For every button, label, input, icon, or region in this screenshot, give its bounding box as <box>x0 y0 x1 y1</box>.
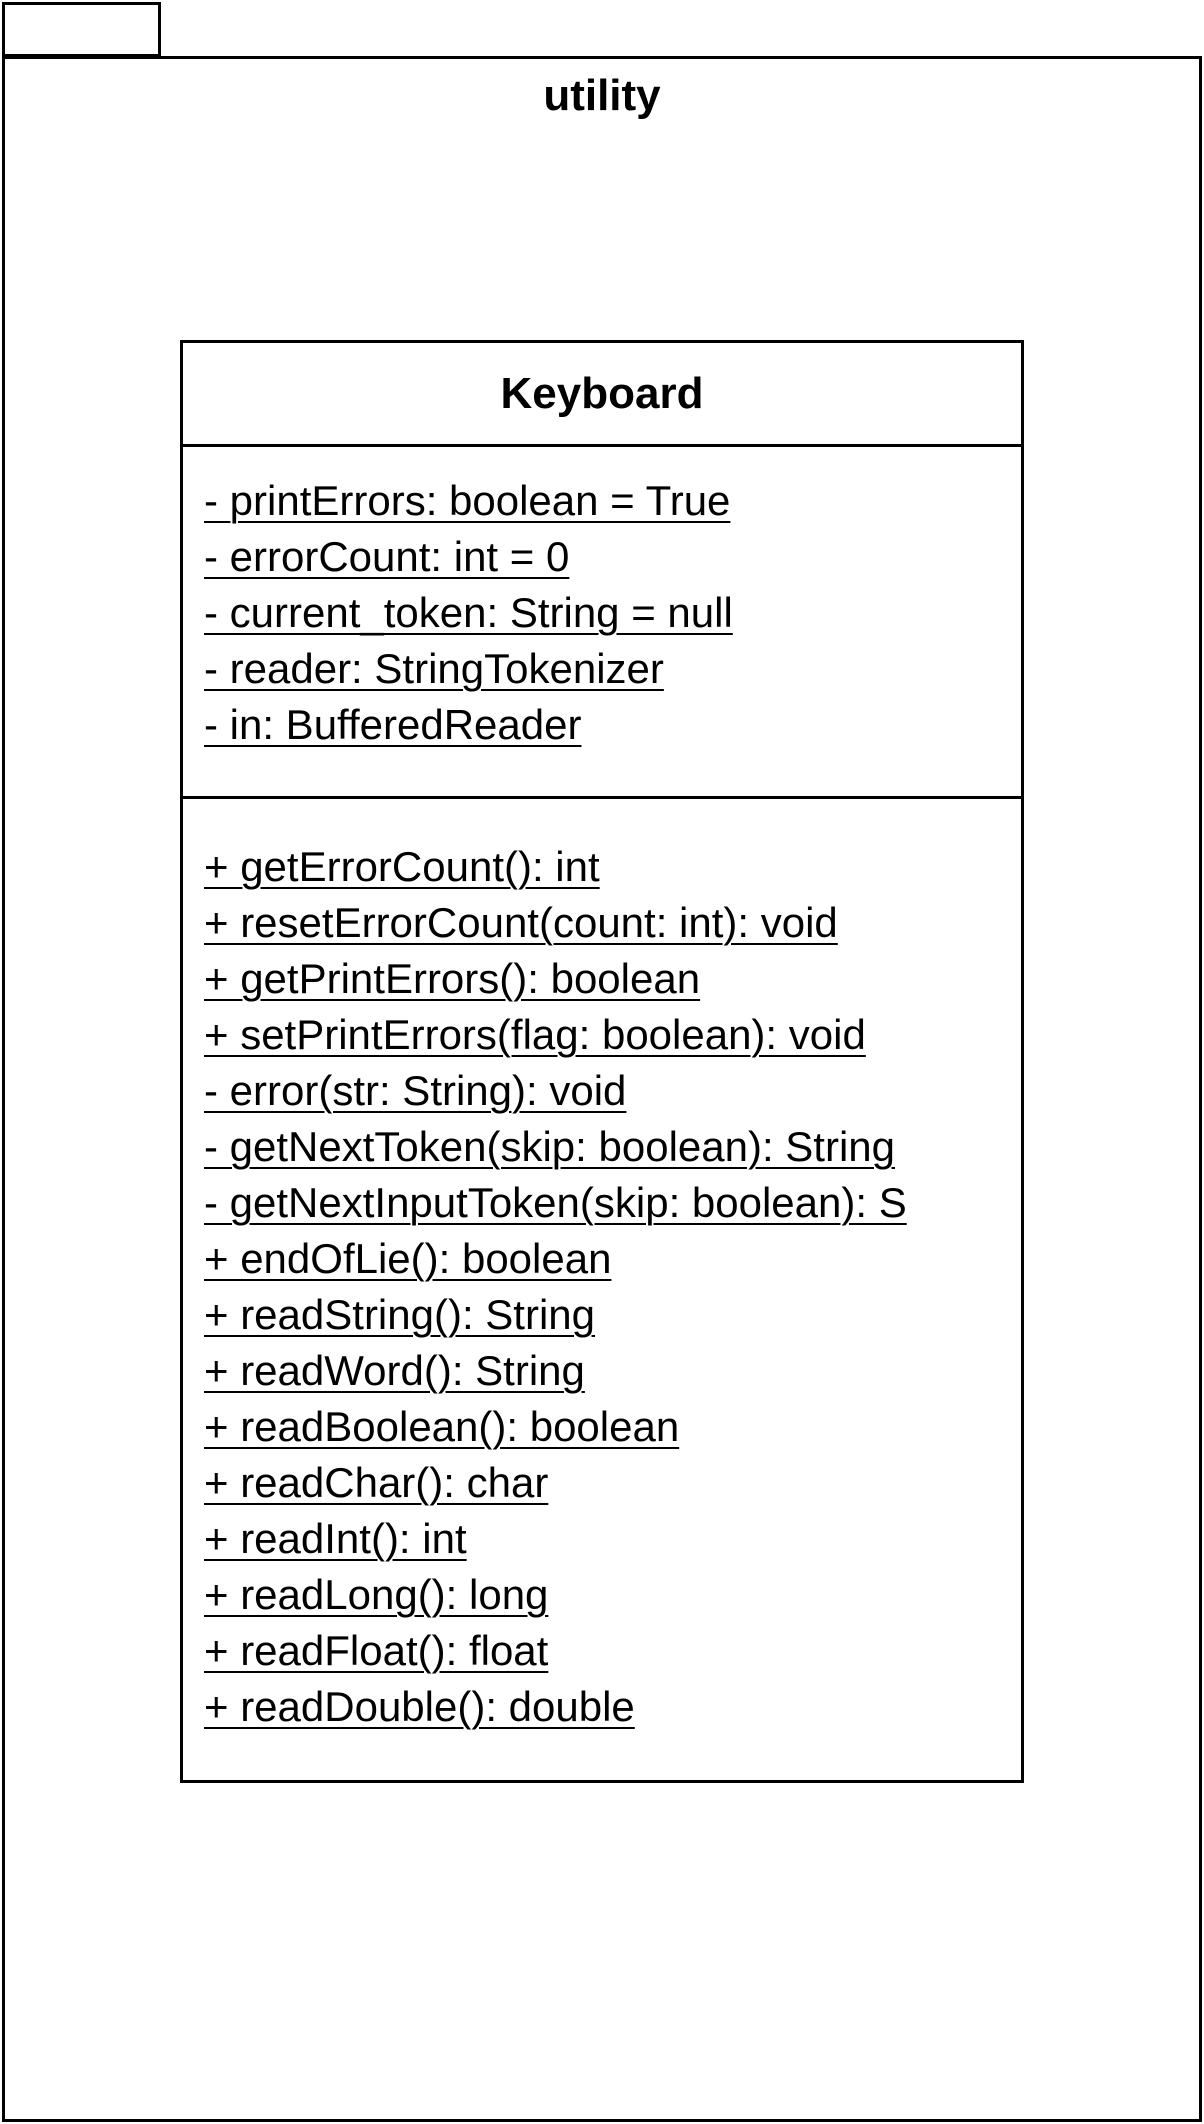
attributes-compartment: - printErrors: boolean = True - errorCou… <box>183 447 1021 799</box>
attribute-in: - in: BufferedReader <box>204 701 582 748</box>
operation-read-int: + readInt(): int <box>204 1515 467 1562</box>
operation-read-long: + readLong(): long <box>204 1571 549 1618</box>
attribute-reader: - reader: StringTokenizer <box>204 645 664 692</box>
operation-read-float: + readFloat(): float <box>204 1627 549 1674</box>
operation-read-double: + readDouble(): double <box>204 1683 635 1730</box>
class-name: Keyboard <box>500 368 704 418</box>
package-tab <box>2 2 161 57</box>
operation-read-char: + readChar(): char <box>204 1459 549 1506</box>
operation-get-next-token: - getNextToken(skip: boolean): String <box>204 1123 896 1170</box>
class-keyboard: Keyboard - printErrors: boolean = True -… <box>180 340 1024 1783</box>
attribute-print-errors: - printErrors: boolean = True <box>204 477 731 524</box>
operation-error: - error(str: String): void <box>204 1067 627 1114</box>
operation-reset-error-count: + resetErrorCount(count: int): void <box>204 899 838 946</box>
attribute-current-token: - current_token: String = null <box>204 589 733 636</box>
operation-end-of-lie: + endOfLie(): boolean <box>204 1235 612 1282</box>
operation-set-print-errors: + setPrintErrors(flag: boolean): void <box>204 1011 866 1058</box>
operation-get-print-errors: + getPrintErrors(): boolean <box>204 955 701 1002</box>
attribute-list: - printErrors: boolean = True - errorCou… <box>204 473 733 753</box>
operations-compartment: + getErrorCount(): int + resetErrorCount… <box>183 799 1021 1780</box>
operation-get-error-count: + getErrorCount(): int <box>204 843 600 890</box>
operation-list: + getErrorCount(): int + resetErrorCount… <box>204 839 907 1735</box>
class-header: Keyboard <box>183 343 1021 447</box>
package-name: utility <box>543 71 661 120</box>
operation-read-boolean: + readBoolean(): boolean <box>204 1403 680 1450</box>
attribute-error-count: - errorCount: int = 0 <box>204 533 570 580</box>
operation-get-next-input-token: - getNextInputToken(skip: boolean): S <box>204 1179 907 1226</box>
operation-read-word: + readWord(): String <box>204 1347 585 1394</box>
operation-read-string: + readString(): String <box>204 1291 596 1338</box>
